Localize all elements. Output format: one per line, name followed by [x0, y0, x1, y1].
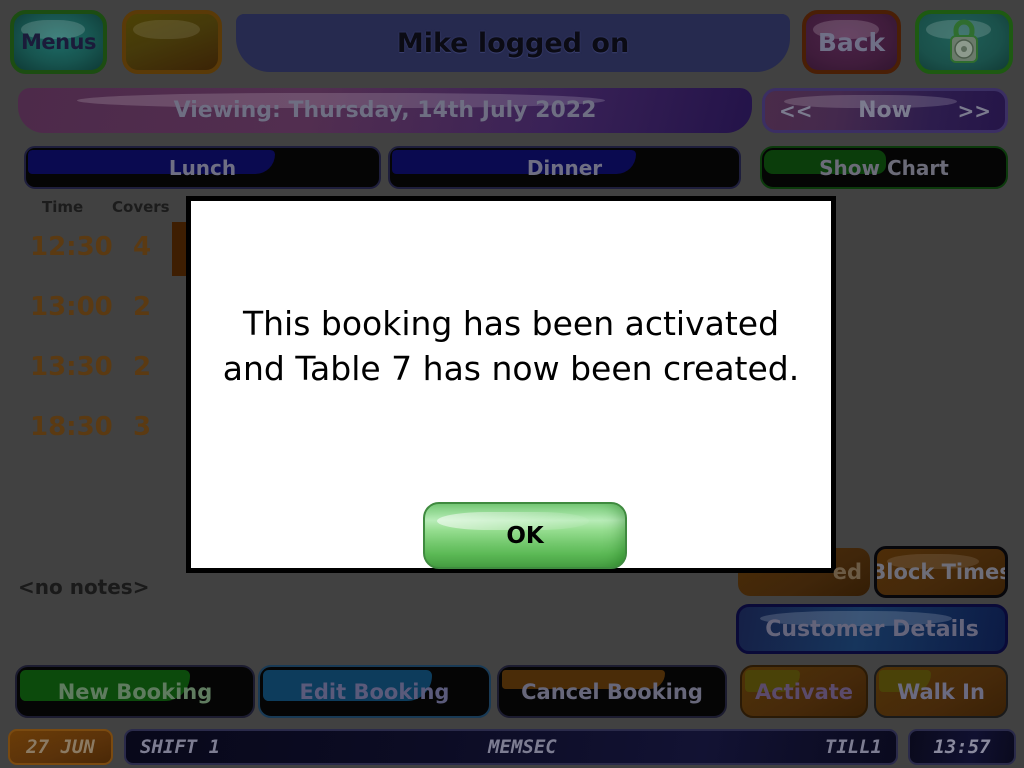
walk-in-label: Walk In: [897, 679, 985, 704]
padlock-icon: [950, 19, 978, 63]
ok-button-label: OK: [506, 522, 544, 549]
menus-button-label: Menus: [20, 30, 97, 54]
tab-lunch-label: Lunch: [168, 155, 237, 180]
customer-details-label: Customer Details: [765, 616, 979, 642]
tab-fill: [28, 150, 276, 175]
ok-button[interactable]: OK: [423, 502, 627, 569]
show-chart-label: Show Chart: [819, 155, 949, 180]
prev-day-button[interactable]: <<: [779, 99, 813, 123]
activate-label: Activate: [754, 679, 854, 704]
edit-booking-label: Edit Booking: [299, 679, 450, 704]
dialog-message-line2: and Table 7 has now been created.: [222, 349, 800, 388]
block-times-label: Block Times: [874, 560, 1008, 584]
new-booking-label: New Booking: [57, 679, 213, 704]
cancel-booking-label: Cancel Booking: [521, 679, 703, 704]
back-button-label: Back: [817, 27, 886, 57]
next-day-button[interactable]: >>: [957, 99, 991, 123]
tab-dinner-label: Dinner: [526, 155, 603, 180]
dialog-message: This booking has been activated and Tabl…: [191, 301, 831, 391]
seated-button-label: ed: [832, 560, 862, 584]
activation-dialog: This booking has been activated and Tabl…: [186, 196, 836, 573]
booking-app-window: Menus Mike logged on Back Viewing: Thurs…: [0, 0, 1024, 768]
dialog-message-line1: This booking has been activated: [242, 304, 780, 343]
viewing-date-label: Viewing: Thursday, 14th July 2022: [173, 98, 597, 123]
now-button[interactable]: Now: [858, 98, 912, 123]
